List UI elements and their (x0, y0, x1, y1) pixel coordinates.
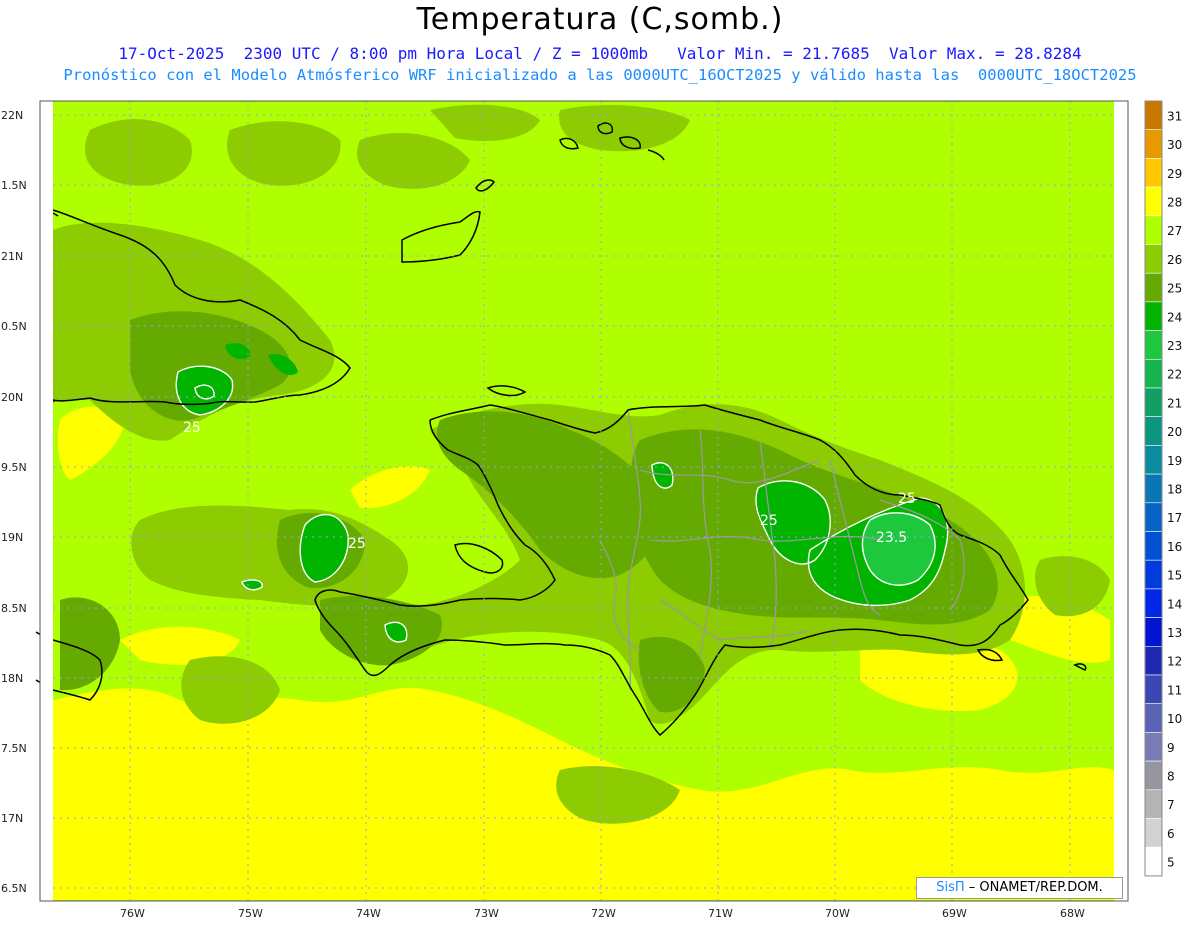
lat-label: 20N (1, 391, 23, 404)
lon-label: 75W (238, 907, 263, 920)
lon-label: 72W (591, 907, 616, 920)
colorbar-label-19: 19 (1167, 454, 1182, 468)
lon-label: 71W (708, 907, 733, 920)
colorbar-swatch-23 (1144, 330, 1163, 360)
lat-label: 0.5N (1, 320, 27, 333)
lat-label: 18N (1, 672, 23, 685)
colorbar: 31 30 29 28 27 26 25 24 23 22 21 20 19 18 17 16 15 14 13 12… (1144, 100, 1182, 877)
contour-label-cuba: 25 (183, 420, 201, 436)
colorbar-label-10: 10 (1167, 712, 1182, 726)
colorbar-swatch-22 (1144, 358, 1163, 389)
colorbar-label-28: 28 (1167, 195, 1182, 209)
colorbar-swatch-26 (1144, 244, 1163, 274)
temperature-map: 25 25 25 25 23.5 22N 1.5N 21N 0.5N 20N 9… (1, 100, 1182, 920)
colorbar-swatch-19 (1144, 445, 1163, 475)
colorbar-label-27: 27 (1167, 224, 1182, 238)
colorbar-swatch-31 (1144, 100, 1163, 131)
colorbar-label-17: 17 (1167, 511, 1182, 525)
colorbar-swatch-8 (1144, 760, 1163, 791)
colorbar-label-18: 18 (1167, 482, 1182, 496)
lon-label: 70W (825, 907, 850, 920)
lat-label: 7.5N (1, 742, 27, 755)
map-left-margin (40, 101, 53, 901)
colorbar-swatch-15 (1144, 559, 1163, 590)
colorbar-swatch-20 (1144, 416, 1163, 446)
lon-label: 73W (474, 907, 499, 920)
credit-text: – ONAMET/REP.DOM. (968, 880, 1103, 895)
contour-label-core: 23.5 (876, 530, 907, 546)
contour-label-dr-east: 25 (898, 491, 916, 507)
colorbar-label-9: 9 (1167, 741, 1175, 755)
colorbar-swatch-17 (1144, 502, 1163, 532)
contour-label-dr-center: 25 (760, 513, 778, 529)
colorbar-label-12: 12 (1167, 655, 1182, 669)
colorbar-label-7: 7 (1167, 798, 1175, 812)
colorbar-swatch-12 (1144, 645, 1163, 676)
colorbar-label-25: 25 (1167, 282, 1182, 296)
colorbar-swatch-6 (1144, 818, 1163, 848)
colorbar-swatch-24 (1144, 301, 1163, 331)
colorbar-swatch-30 (1144, 129, 1163, 159)
colorbar-label-30: 30 (1167, 138, 1182, 152)
lat-label: 8.5N (1, 602, 27, 615)
colorbar-swatch-28 (1144, 186, 1163, 217)
colorbar-label-23: 23 (1167, 339, 1182, 353)
lon-axis: 76W 75W 74W 73W 72W 71W 70W 69W 68W (120, 907, 1085, 920)
colorbar-label-13: 13 (1167, 626, 1182, 640)
colorbar-label-31: 31 (1167, 109, 1182, 123)
colorbar-swatch-13 (1144, 617, 1163, 647)
colorbar-label-21: 21 (1167, 396, 1182, 410)
lat-label: 9.5N (1, 461, 27, 474)
lat-label: 1.5N (1, 179, 27, 192)
lat-label: 19N (1, 531, 23, 544)
lat-label: 21N (1, 250, 23, 263)
lon-label: 68W (1060, 907, 1085, 920)
lat-label: 22N (1, 109, 23, 122)
colorbar-label-24: 24 (1167, 310, 1182, 324)
colorbar-label-15: 15 (1167, 569, 1182, 583)
lon-label: 74W (356, 907, 381, 920)
colorbar-label-8: 8 (1167, 769, 1175, 783)
temperature-field (53, 101, 1114, 901)
lat-axis: 22N 1.5N 21N 0.5N 20N 9.5N 19N 8.5N 18N … (1, 109, 27, 895)
colorbar-label-20: 20 (1167, 425, 1182, 439)
lat-label: 17N (1, 812, 23, 825)
lat-label: 6.5N (1, 882, 27, 895)
colorbar-label-5: 5 (1167, 856, 1175, 870)
colorbar-swatch-7 (1144, 789, 1163, 819)
colorbar-swatch-9 (1144, 732, 1163, 762)
colorbar-label-16: 16 (1167, 540, 1182, 554)
colorbar-swatch-18 (1144, 473, 1163, 504)
colorbar-swatch-21 (1144, 387, 1163, 418)
lon-label: 69W (942, 907, 967, 920)
colorbar-label-14: 14 (1167, 597, 1182, 611)
colorbar-label-11: 11 (1167, 683, 1182, 697)
colorbar-swatch-5 (1144, 846, 1163, 877)
colorbar-swatch-10 (1144, 703, 1163, 733)
colorbar-swatch-14 (1144, 588, 1163, 618)
map-right-margin (1114, 101, 1128, 901)
credit-box: SisΠ – ONAMET/REP.DOM. (916, 877, 1123, 899)
contour-label-gonave: 25 (348, 536, 366, 552)
lon-label: 76W (120, 907, 145, 920)
colorbar-swatch-11 (1144, 674, 1163, 705)
colorbar-swatch-16 (1144, 531, 1163, 561)
sispi-logo-text: SisΠ (936, 880, 965, 895)
colorbar-label-6: 6 (1167, 827, 1175, 841)
colorbar-label-29: 29 (1167, 167, 1182, 181)
colorbar-swatch-25 (1144, 272, 1163, 303)
colorbar-swatch-27 (1144, 215, 1163, 245)
colorbar-label-26: 26 (1167, 253, 1182, 267)
colorbar-swatch-29 (1144, 158, 1163, 188)
colorbar-label-22: 22 (1167, 368, 1182, 382)
